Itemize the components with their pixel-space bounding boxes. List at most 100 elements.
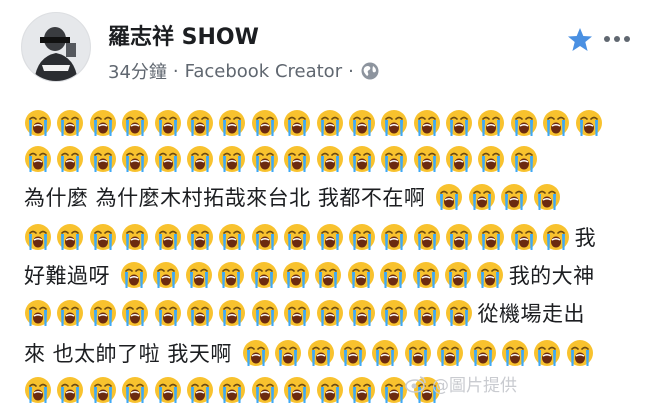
crying-face-emoji xyxy=(316,377,343,403)
crying-face-emoji xyxy=(284,146,311,172)
crying-face-emoji xyxy=(381,224,408,250)
crying-face-emoji xyxy=(501,340,528,366)
post-text: 來 也太帥了啦 我天啊 xyxy=(24,342,232,366)
crying-face-emoji xyxy=(543,110,570,136)
crying-face-emoji xyxy=(380,262,407,288)
crying-face-emoji xyxy=(89,377,116,403)
crying-face-emoji xyxy=(444,262,471,288)
crying-face-emoji xyxy=(122,146,149,172)
crying-face-emoji xyxy=(121,262,147,288)
crying-face-emoji xyxy=(57,110,84,136)
crying-face-emoji xyxy=(372,340,399,366)
crying-face-emoji xyxy=(347,262,374,288)
crying-face-emoji xyxy=(186,377,213,403)
crying-face-emoji xyxy=(25,224,51,250)
post-meta: 34分鐘 · Facebook Creator · xyxy=(108,58,380,84)
post-text: 我 xyxy=(574,226,597,250)
crying-face-emoji xyxy=(381,146,408,172)
crying-face-emoji xyxy=(534,340,561,366)
crying-face-emoji xyxy=(315,262,342,288)
crying-face-emoji xyxy=(25,377,51,403)
crying-face-emoji xyxy=(533,184,560,210)
crying-face-emoji xyxy=(510,224,537,250)
post-source[interactable]: Facebook Creator xyxy=(185,61,342,82)
crying-face-emoji xyxy=(510,110,537,136)
crying-face-emoji xyxy=(219,146,246,172)
author-avatar[interactable] xyxy=(21,12,91,82)
crying-face-emoji xyxy=(57,224,84,250)
crying-face-emoji xyxy=(477,262,504,288)
crying-face-emoji xyxy=(348,110,375,136)
avatar-photo xyxy=(22,13,90,81)
crying-face-emoji xyxy=(282,262,309,288)
crying-face-emoji xyxy=(437,340,464,366)
author-name[interactable]: 羅志祥 SHOW xyxy=(108,19,259,51)
crying-face-emoji xyxy=(478,146,505,172)
crying-face-emoji xyxy=(284,377,311,403)
crying-face-emoji xyxy=(478,224,505,250)
crying-face-emoji xyxy=(413,224,440,250)
facebook-post: 羅志祥 SHOW 34分鐘 · Facebook Creator · 為什麼 為… xyxy=(0,0,664,404)
post-text: 從機場走出 xyxy=(477,302,585,326)
meta-separator-2: · xyxy=(348,60,354,82)
crying-face-emoji xyxy=(154,110,181,136)
crying-face-emoji xyxy=(122,224,149,250)
post-line: 為什麼 為什麼木村拓哉來台北 我都不在啊 xyxy=(24,180,565,214)
crying-face-emoji xyxy=(469,340,496,366)
crying-face-emoji xyxy=(25,146,51,172)
crying-face-emoji xyxy=(219,224,246,250)
post-line: 來 也太帥了啦 我天啊 xyxy=(24,336,598,370)
post-text: 為什麼 為什麼木村拓哉來台北 我都不在啊 xyxy=(24,186,426,210)
crying-face-emoji xyxy=(186,146,213,172)
crying-face-emoji xyxy=(251,377,278,403)
crying-face-emoji xyxy=(340,340,367,366)
crying-face-emoji xyxy=(219,110,246,136)
crying-face-emoji xyxy=(275,340,302,366)
crying-face-emoji xyxy=(436,184,463,210)
globe-icon[interactable] xyxy=(360,61,380,81)
more-dots-icon[interactable] xyxy=(602,32,632,46)
crying-face-emoji xyxy=(153,262,180,288)
crying-face-emoji xyxy=(316,224,343,250)
crying-face-emoji xyxy=(404,340,431,366)
post-line: 好難過呀 我的大神 xyxy=(24,258,595,292)
post-timestamp[interactable]: 34分鐘 xyxy=(108,58,167,84)
post-text: 我的大神 xyxy=(508,264,595,288)
crying-face-emoji xyxy=(316,146,343,172)
crying-face-emoji xyxy=(468,184,495,210)
post-line xyxy=(24,106,607,140)
crying-face-emoji xyxy=(122,300,149,326)
crying-face-emoji xyxy=(242,340,269,366)
crying-face-emoji xyxy=(89,300,116,326)
crying-face-emoji xyxy=(250,262,277,288)
post-line: 我 xyxy=(24,220,596,254)
crying-face-emoji xyxy=(348,146,375,172)
crying-face-emoji xyxy=(381,300,408,326)
crying-face-emoji xyxy=(446,110,473,136)
crying-face-emoji xyxy=(413,146,440,172)
crying-face-emoji xyxy=(219,377,246,403)
post-line xyxy=(24,373,445,407)
crying-face-emoji xyxy=(218,262,245,288)
post-line xyxy=(24,142,542,176)
crying-face-emoji xyxy=(57,300,84,326)
crying-face-emoji xyxy=(284,110,311,136)
crying-face-emoji xyxy=(284,224,311,250)
crying-face-emoji xyxy=(501,184,528,210)
crying-face-emoji xyxy=(316,300,343,326)
crying-face-emoji xyxy=(185,262,212,288)
crying-face-emoji xyxy=(510,146,537,172)
crying-face-emoji xyxy=(89,224,116,250)
crying-face-emoji xyxy=(186,110,213,136)
crying-face-emoji xyxy=(251,110,278,136)
crying-face-emoji xyxy=(478,110,505,136)
star-icon[interactable] xyxy=(567,27,593,53)
crying-face-emoji xyxy=(154,146,181,172)
crying-face-emoji xyxy=(348,224,375,250)
watermark: @圖片提供 xyxy=(405,371,517,396)
post-text: 好難過呀 xyxy=(24,264,110,288)
crying-face-emoji xyxy=(251,300,278,326)
crying-face-emoji xyxy=(25,110,51,136)
crying-face-emoji xyxy=(251,146,278,172)
crying-face-emoji xyxy=(186,300,213,326)
